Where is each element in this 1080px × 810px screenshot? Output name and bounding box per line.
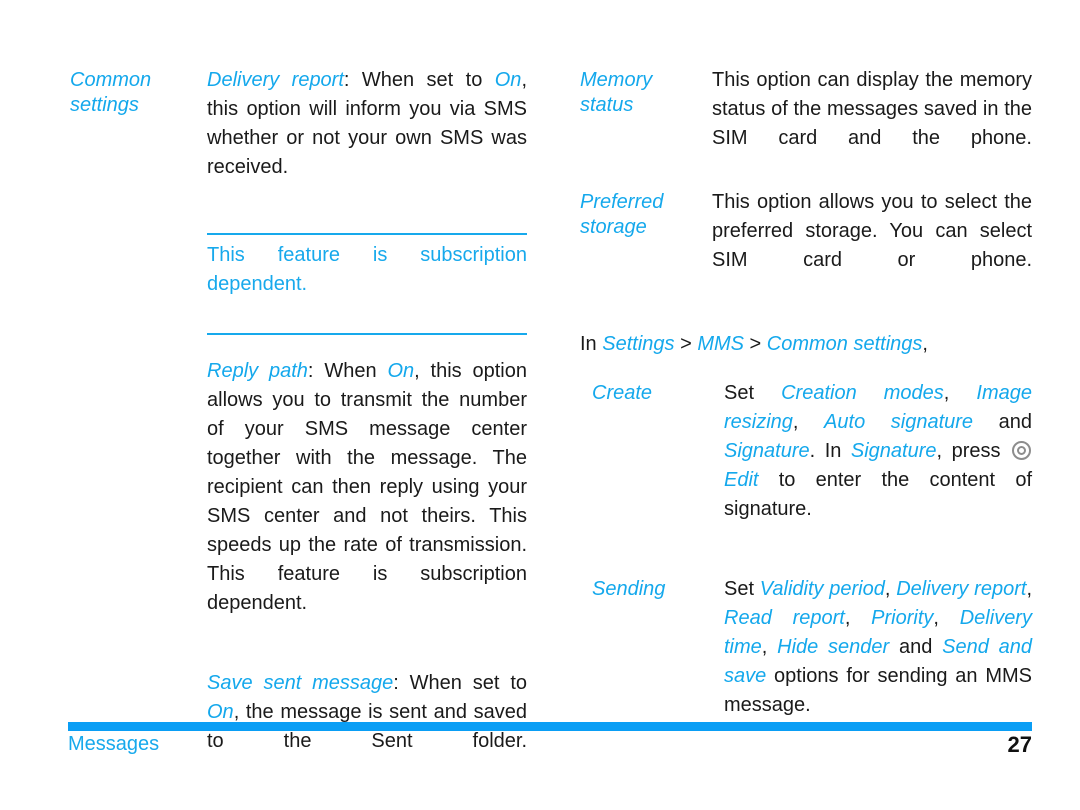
delivery-report-value: On [494, 69, 522, 91]
breadcrumb-separator-1: > [674, 333, 698, 355]
nav-key-icon [1012, 441, 1031, 460]
create-comma-2: , [792, 411, 825, 433]
document-page: Common settings Delivery report: When se… [0, 0, 1080, 810]
breadcrumb: In Settings > MMS > Common settings, [580, 330, 1032, 359]
save-sent-message-colon: : When set to [393, 672, 527, 694]
preferred-storage-label: Preferred storage [580, 188, 712, 240]
sending-set: Set [724, 578, 760, 600]
delivery-report-paragraph: Delivery report: When set to On, this op… [207, 66, 527, 211]
breadcrumb-item-mms: MMS [697, 333, 744, 355]
preferred-storage-text: This option allows you to select the pre… [712, 191, 1032, 271]
reply-path-value: On [387, 360, 415, 382]
create-mid: . In [809, 440, 851, 462]
delivery-report-term: Delivery report [207, 69, 344, 91]
create-label: Create [592, 382, 653, 404]
create-comma-1: , [943, 382, 977, 404]
delivery-report-colon: : When set to [343, 69, 495, 91]
memory-status-row: Memory status This option can display th… [580, 66, 1032, 182]
memory-status-label-line2: status [580, 94, 634, 116]
breadcrumb-suffix: , [922, 333, 928, 355]
breadcrumb-item-common-settings: Common settings [766, 333, 923, 355]
preferred-storage-label-line1: Preferred [580, 191, 664, 213]
left-column: Common settings Delivery report: When se… [70, 66, 527, 785]
create-press: , press [936, 440, 1010, 462]
footer-section-title: Messages [68, 733, 160, 755]
sending-comma-2: , [1026, 578, 1032, 600]
create-option-signature: Signature [724, 440, 810, 462]
create-text: Set Creation modes, Image resizing, Auto… [724, 379, 1032, 553]
create-edit-softkey: Edit [724, 469, 759, 491]
sending-option-hide-sender: Hide sender [777, 636, 890, 658]
sending-comma-4: , [933, 607, 960, 629]
sending-comma-5: , [761, 636, 778, 658]
common-settings-label: Common settings [70, 66, 207, 118]
save-sent-message-term: Save sent message [207, 672, 394, 694]
create-body: Set Creation modes, Image resizing, Auto… [724, 379, 1032, 553]
create-option-creation-modes: Creation modes [781, 382, 944, 404]
sending-label: Sending [592, 578, 666, 600]
sending-tail: options for sending an MMS message. [724, 665, 1032, 716]
preferred-storage-row: Preferred storage This option allows you… [580, 188, 1032, 304]
preferred-storage-label-line2: storage [580, 216, 647, 238]
subscription-note: This feature is subscription dependent. [207, 233, 527, 335]
sending-option-read-report: Read report [724, 607, 845, 629]
create-and: and [973, 411, 1032, 433]
reply-path-colon: : When [307, 360, 388, 382]
page-number: 27 [1007, 732, 1032, 757]
reply-path-paragraph: Reply path: When On, this option allows … [207, 357, 527, 647]
sending-comma-3: , [844, 607, 872, 629]
breadcrumb-separator-2: > [743, 333, 767, 355]
sending-and: and [889, 636, 943, 658]
common-settings-label-line1: Common [70, 69, 152, 91]
right-column: Memory status This option can display th… [580, 66, 1032, 749]
reply-path-rest: , this option allows you to transmit the… [207, 360, 527, 614]
memory-status-body: This option can display the memory statu… [712, 66, 1032, 182]
save-sent-message-value: On [207, 701, 234, 723]
create-option-signature-2: Signature [850, 440, 937, 462]
create-row: Create Set Creation modes, Image resizin… [580, 379, 1032, 553]
common-settings-body: Delivery report: When set to On, this op… [207, 66, 527, 785]
preferred-storage-body: This option allows you to select the pre… [712, 188, 1032, 304]
common-settings-label-line2: settings [70, 94, 139, 116]
sending-option-delivery-report: Delivery report [896, 578, 1027, 600]
memory-status-text: This option can display the memory statu… [712, 69, 1032, 149]
sending-comma-1: , [884, 578, 897, 600]
sending-option-validity-period: Validity period [759, 578, 885, 600]
common-settings-row: Common settings Delivery report: When se… [70, 66, 527, 785]
breadcrumb-item-settings: Settings [602, 333, 675, 355]
memory-status-label: Memory status [580, 66, 712, 118]
create-tail: to enter the content of signature. [724, 469, 1032, 520]
create-set: Set [724, 382, 782, 404]
breadcrumb-prefix: In [580, 333, 603, 355]
create-option-auto-signature: Auto signature [824, 411, 974, 433]
memory-status-label-line1: Memory [580, 69, 653, 91]
footer-rule [68, 722, 1032, 731]
reply-path-term: Reply path [207, 360, 308, 382]
sending-option-priority: Priority [871, 607, 934, 629]
